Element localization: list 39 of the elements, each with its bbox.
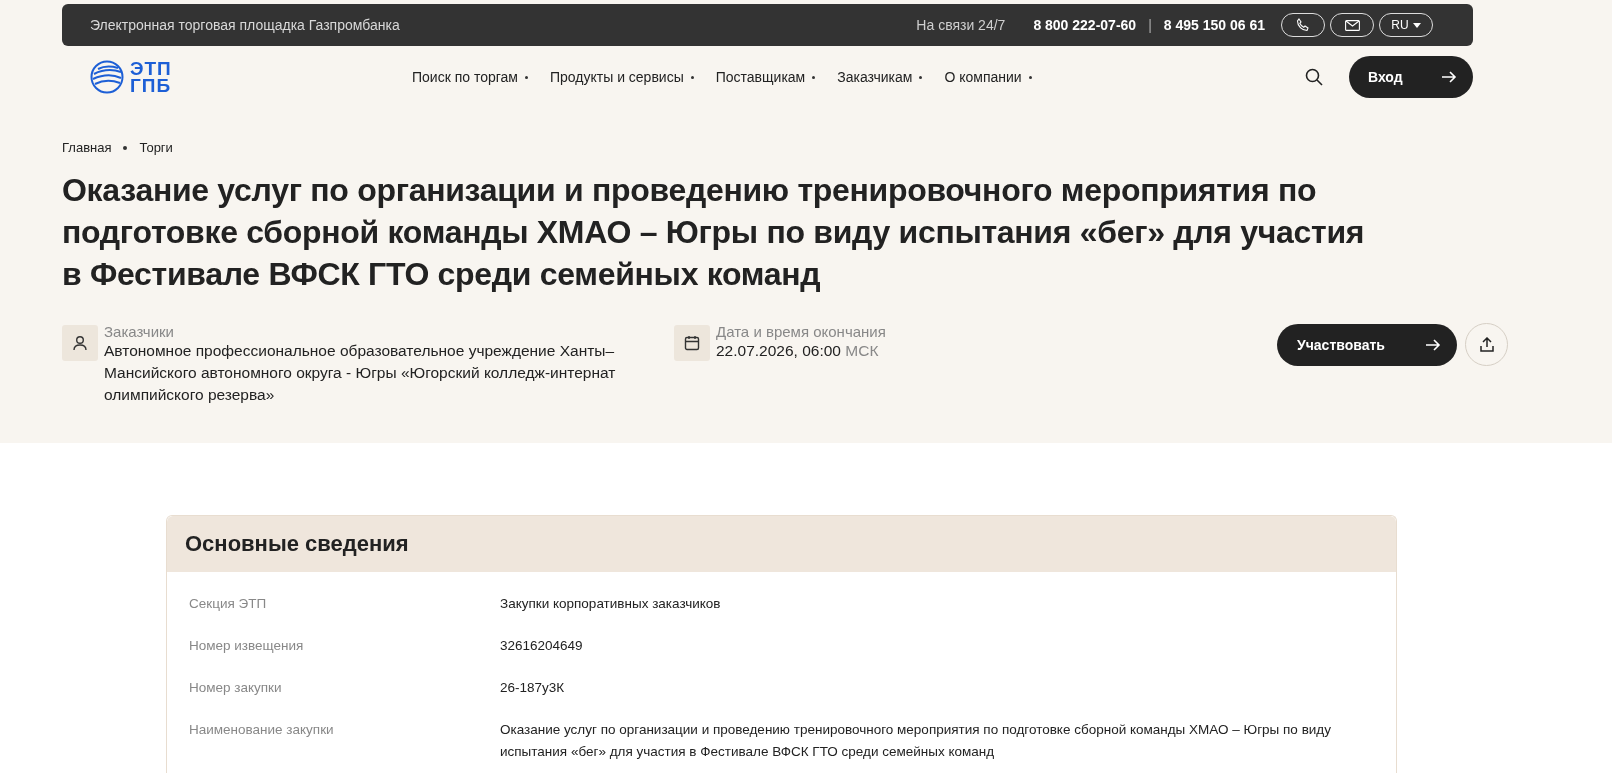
phone-number[interactable]: 8 495 150 06 61 [1163, 17, 1265, 33]
breadcrumb-link[interactable]: Торги [139, 140, 173, 155]
upload-icon [1479, 337, 1494, 352]
separator: | [1148, 17, 1152, 33]
phone-icon [1296, 18, 1310, 32]
field-value: 32616204649 [500, 637, 584, 655]
nav-link[interactable]: Поиск по торгам [412, 69, 528, 85]
phone-number[interactable]: 8 800 222-07-60 [1033, 17, 1137, 33]
platform-title: Электронная торговая площадка Газпромбанка [90, 17, 401, 33]
tender-title: Оказание услуг по организации и проведению тренировочного мероприятия по подготовке сборной команды ХМАО – Югры по виду испытания «бег» для участия в Фестивале ВФСК ГТО среди семейных команд [62, 171, 1366, 294]
breadcrumb-link[interactable]: Главная [62, 140, 112, 155]
arrow-right-icon [1425, 338, 1441, 352]
meta-label: Заказчики [104, 323, 175, 340]
caret-icon [1412, 22, 1421, 28]
mail-icon [1344, 19, 1360, 31]
logo-text[interactable]: ЭТП ГПБ [130, 60, 172, 94]
calendar-icon [684, 335, 700, 351]
meta-value: Автономное профессиональное образовательное учреждение Ханты–Мансийского автономного округа - Югры «Югорский колледж-интернат олимпийского резерва» [104, 341, 617, 405]
meta-label: Дата и время окончания [716, 323, 886, 340]
field-label: Наименование закупки [189, 721, 335, 739]
field-value: Оказание услуг по организации и проведению тренировочного мероприятия по подготовке сборной команды ХМАО – Югры по виду испытания «бег» для участия в Фестивале ВФСК ГТО среди семейных команд [500, 721, 1332, 761]
nav-link[interactable]: Продукты и сервисы [550, 69, 694, 85]
meta-value: 22.07.2026, 06:00 МСК [716, 341, 880, 361]
nav-link[interactable]: Заказчикам [837, 69, 923, 85]
nav-link[interactable]: О компании [944, 69, 1032, 85]
field-label: Номер закупки [189, 679, 283, 697]
participate-button[interactable]: Участвовать [1277, 324, 1457, 366]
nav-link[interactable]: Поставщикам [715, 69, 816, 85]
field-label: Номер извещения [189, 637, 305, 655]
login-button[interactable]: Вход [1349, 56, 1473, 98]
field-label: Секция ЭТП [189, 595, 268, 613]
arrow-right-icon [1441, 70, 1457, 84]
person-icon [72, 335, 88, 351]
search-icon[interactable] [1305, 68, 1323, 86]
field-value: 26-187у3К [500, 679, 566, 697]
support-label: На связи 24/7 [916, 17, 1006, 33]
field-value: Закупки корпоративных заказчиков [500, 595, 722, 613]
globe-logo-icon [90, 60, 124, 94]
card-title: Основные сведения [185, 531, 409, 557]
